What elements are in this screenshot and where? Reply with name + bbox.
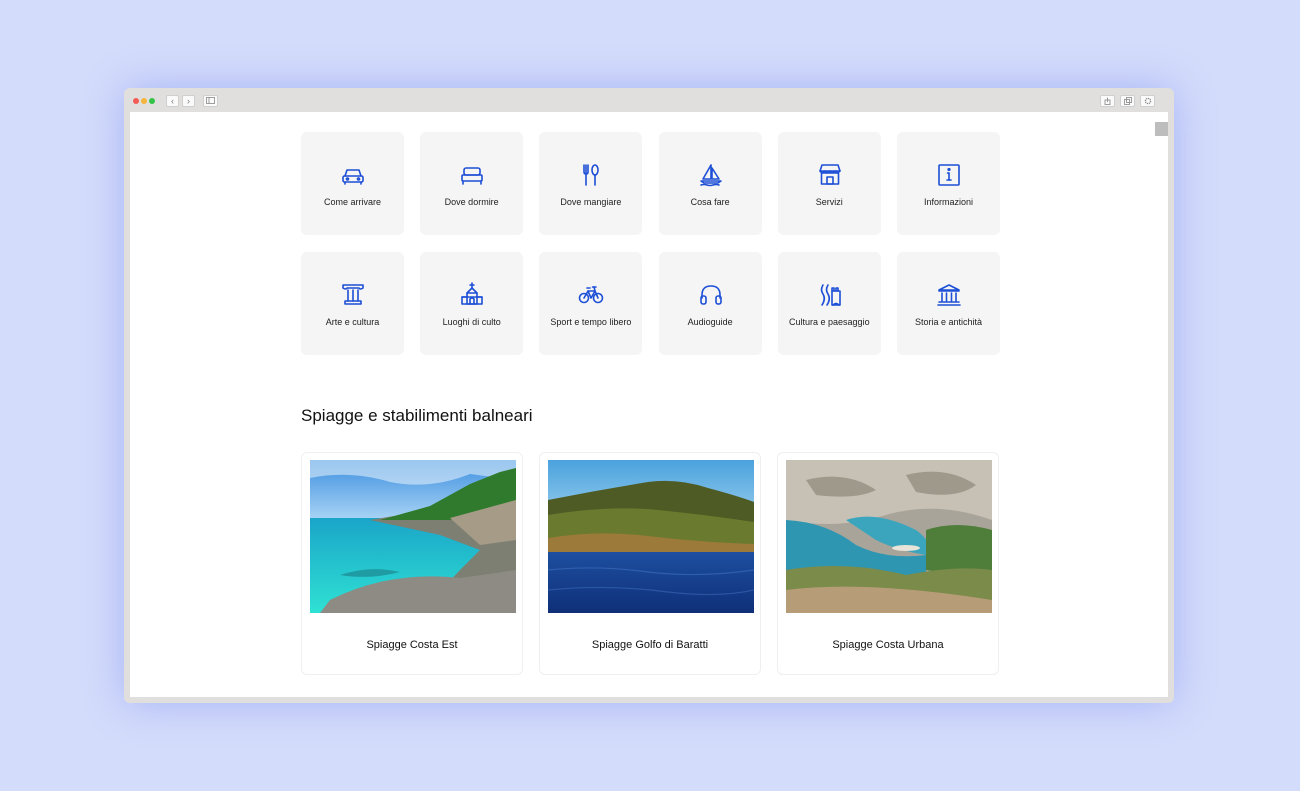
service-tile-church[interactable]: Luoghi di culto — [420, 252, 524, 355]
car-icon — [342, 169, 364, 185]
scrollbar[interactable] — [1155, 122, 1168, 136]
service-tile-car[interactable]: Come arrivare — [301, 132, 404, 235]
tile-label: Cosa fare — [690, 197, 730, 207]
bed-icon — [461, 167, 483, 185]
share-button[interactable] — [1100, 95, 1115, 107]
green-hill-sea-photo — [548, 460, 754, 613]
landscape-icon — [820, 284, 841, 306]
browser-window: ‹ › Come arrivare Dove dormire Dove mangia… — [124, 88, 1174, 703]
service-tile-museum[interactable]: Storia e antichità — [897, 252, 1000, 355]
chevron-right-icon: › — [187, 96, 190, 106]
museum-icon — [937, 284, 961, 306]
tile-label: Dove mangiare — [560, 197, 622, 207]
tile-label: Storia e antichità — [914, 317, 983, 327]
tabs-button[interactable] — [1120, 95, 1135, 107]
service-tile-bicycle[interactable]: Sport e tempo libero — [539, 252, 643, 355]
headphones-icon — [699, 285, 722, 305]
service-tile-headphones[interactable]: Audioguide — [658, 252, 762, 355]
back-button[interactable]: ‹ — [166, 95, 179, 107]
sailboat-icon — [699, 164, 722, 187]
service-tile-landscape[interactable]: Cultura e paesaggio — [777, 252, 881, 355]
page-content: Come arrivare Dove dormire Dove mangiare Co… — [130, 112, 1168, 697]
forward-button[interactable]: › — [182, 95, 195, 107]
minimize-window-button[interactable] — [141, 98, 147, 104]
tile-label: Audioguide — [687, 317, 733, 327]
tile-label: Cultura e paesaggio — [789, 317, 870, 327]
service-tile-column[interactable]: Arte e cultura — [301, 252, 404, 355]
sidebar-icon — [206, 97, 215, 104]
service-tile-sailboat[interactable]: Cosa fare — [658, 132, 762, 235]
info-icon — [938, 164, 960, 186]
close-window-button[interactable] — [133, 98, 139, 104]
service-tile-shop[interactable]: Servizi — [777, 132, 881, 235]
gear-icon — [1144, 97, 1151, 105]
church-icon — [461, 282, 483, 305]
tile-label: Informazioni — [923, 197, 974, 207]
tile-label: Arte e cultura — [325, 317, 380, 327]
service-tile-info[interactable]: Informazioni — [897, 132, 1000, 235]
card-caption: Spiagge Costa Urbana — [832, 639, 944, 651]
column-icon — [342, 284, 364, 305]
turquoise-coast-photo — [310, 460, 516, 613]
tile-label: Dove dormire — [444, 197, 499, 207]
service-tile-bed[interactable]: Dove dormire — [420, 132, 524, 235]
section-title: Spiagge e stabilimenti balneari — [301, 406, 533, 425]
share-icon — [1104, 97, 1111, 105]
zoom-window-button[interactable] — [149, 98, 155, 104]
tile-label: Servizi — [815, 197, 843, 207]
chevron-left-icon: ‹ — [171, 96, 174, 106]
rocky-cove-photo — [786, 460, 992, 613]
cutlery-icon — [583, 164, 600, 186]
tile-label: Come arrivare — [323, 197, 381, 207]
settings-button[interactable] — [1140, 95, 1155, 107]
beach-card-golfo-baratti[interactable]: Spiagge Golfo di Baratti — [539, 452, 761, 675]
service-tile-cutlery[interactable]: Dove mangiare — [539, 132, 643, 235]
card-caption: Spiagge Costa Est — [366, 639, 458, 651]
bicycle-icon — [579, 286, 604, 304]
beach-card-costa-urbana[interactable]: Spiagge Costa Urbana — [777, 452, 999, 675]
sidebar-button[interactable] — [203, 95, 218, 107]
tile-label: Luoghi di culto — [442, 317, 501, 327]
shop-icon — [818, 164, 841, 185]
tile-label: Sport e tempo libero — [550, 317, 632, 327]
tabs-icon — [1123, 97, 1132, 105]
card-caption: Spiagge Golfo di Baratti — [591, 639, 709, 651]
title-bar: ‹ › — [124, 88, 1174, 112]
beach-card-costa-est[interactable]: Spiagge Costa Est — [301, 452, 523, 675]
